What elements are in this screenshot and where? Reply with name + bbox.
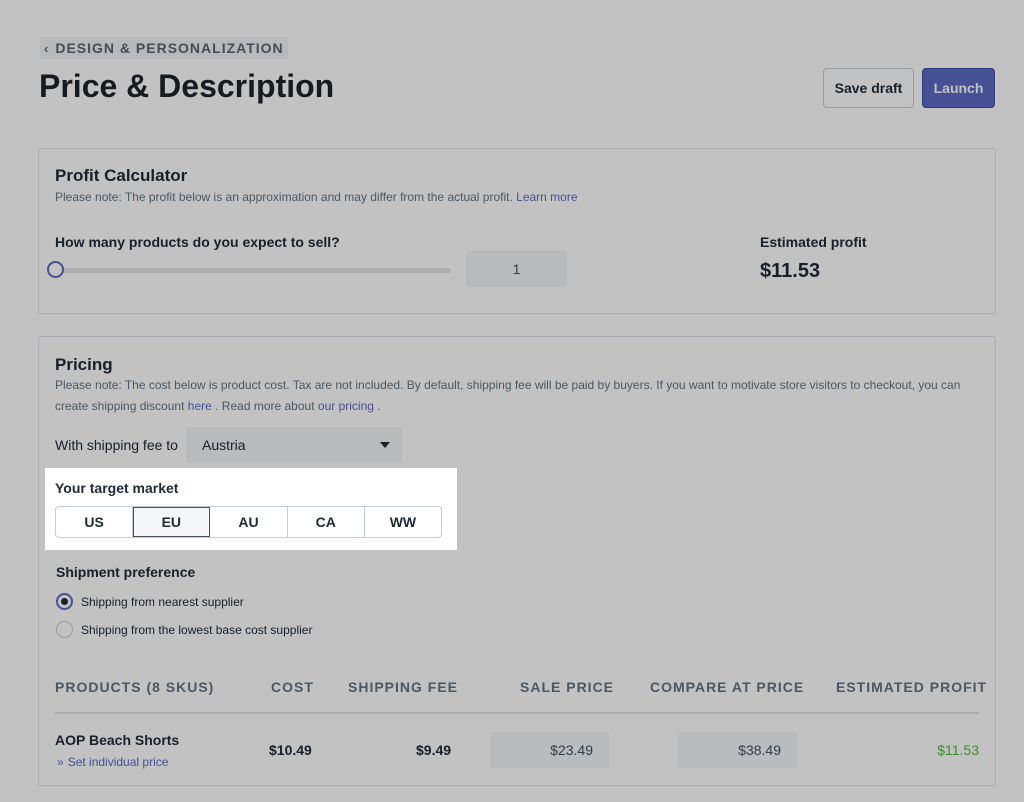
- caret-down-icon: [380, 442, 390, 448]
- launch-button[interactable]: Launch: [922, 68, 995, 108]
- quantity-slider-track[interactable]: [55, 268, 451, 273]
- market-au-button[interactable]: AU: [210, 507, 288, 537]
- market-us-button[interactable]: US: [56, 507, 134, 537]
- double-chevron-down-icon: »: [57, 755, 64, 769]
- table-divider: [55, 712, 979, 714]
- market-eu-button[interactable]: EU: [133, 507, 211, 537]
- sale-price-input[interactable]: $23.49: [490, 732, 609, 768]
- compare-at-price-input[interactable]: $38.49: [678, 732, 797, 768]
- market-ww-button[interactable]: WW: [365, 507, 441, 537]
- pricing-title: Pricing: [55, 355, 113, 374]
- column-header-products: PRODUCTS (8 SKUS): [55, 679, 215, 695]
- product-estimated-profit: $11.53: [937, 742, 979, 758]
- shipment-option-label: Shipping from nearest supplier: [81, 594, 244, 609]
- profit-calculator-title: Profit Calculator: [55, 166, 188, 185]
- column-header-sale-price: SALE PRICE: [520, 679, 615, 695]
- product-name: AOP Beach Shorts: [55, 732, 180, 748]
- breadcrumb[interactable]: ‹ DESIGN & PERSONALIZATION: [40, 37, 288, 59]
- pricing-note-end: .: [377, 399, 381, 413]
- shipping-country-select[interactable]: Austria: [186, 427, 402, 463]
- learn-more-link[interactable]: Learn more: [516, 190, 577, 204]
- column-header-shipping-fee: SHIPPING FEE: [348, 679, 459, 695]
- shipment-preference-label: Shipment preference: [56, 564, 196, 580]
- shipping-fee-label: With shipping fee to: [55, 437, 178, 453]
- estimated-profit-value: $11.53: [760, 260, 821, 282]
- our-pricing-link[interactable]: our pricing: [318, 399, 374, 413]
- profit-note-text: Please note: The profit below is an appr…: [55, 190, 513, 204]
- column-header-compare-at-price: COMPARE AT PRICE: [650, 679, 805, 695]
- shipment-option-label: Shipping from the lowest base cost suppl…: [81, 622, 313, 637]
- target-market-segmented-control[interactable]: US EU AU CA WW: [55, 506, 442, 538]
- shipping-discount-link[interactable]: here: [188, 399, 212, 413]
- chevron-left-icon: ‹: [44, 40, 50, 56]
- quantity-slider-handle[interactable]: [47, 261, 64, 278]
- profit-note: Please note: The profit below is an appr…: [55, 187, 578, 208]
- product-cost: $10.49: [269, 742, 312, 758]
- estimated-profit-label: Estimated profit: [760, 234, 867, 250]
- pricing-note-text-2: . Read more about: [215, 399, 315, 413]
- set-individual-price-label: Set individual price: [67, 755, 169, 769]
- set-individual-price-link[interactable]: » Set individual price: [57, 755, 168, 769]
- column-header-estimated-profit: ESTIMATED PROFIT: [836, 679, 988, 695]
- shipment-option-lowest-cost[interactable]: Shipping from the lowest base cost suppl…: [56, 621, 312, 638]
- shipment-option-nearest[interactable]: Shipping from nearest supplier: [56, 593, 244, 610]
- shipping-country-value: Austria: [202, 437, 246, 453]
- page-title: Price & Description: [39, 68, 335, 104]
- radio-unchecked-icon[interactable]: [56, 621, 73, 638]
- profit-calculator-card: Profit Calculator Please note: The profi…: [38, 148, 996, 314]
- market-ca-button[interactable]: CA: [288, 507, 365, 537]
- quantity-question: How many products do you expect to sell?: [55, 234, 340, 250]
- quantity-input[interactable]: 1: [466, 251, 567, 287]
- target-market-label: Your target market: [55, 480, 179, 496]
- column-header-cost: COST: [271, 679, 314, 695]
- save-draft-button[interactable]: Save draft: [823, 68, 914, 108]
- radio-checked-icon[interactable]: [56, 593, 73, 610]
- pricing-card: Pricing Please note: The cost below is p…: [38, 336, 996, 786]
- breadcrumb-label: DESIGN & PERSONALIZATION: [55, 40, 284, 56]
- pricing-note: Please note: The cost below is product c…: [55, 375, 975, 417]
- product-shipping-fee: $9.49: [416, 742, 452, 758]
